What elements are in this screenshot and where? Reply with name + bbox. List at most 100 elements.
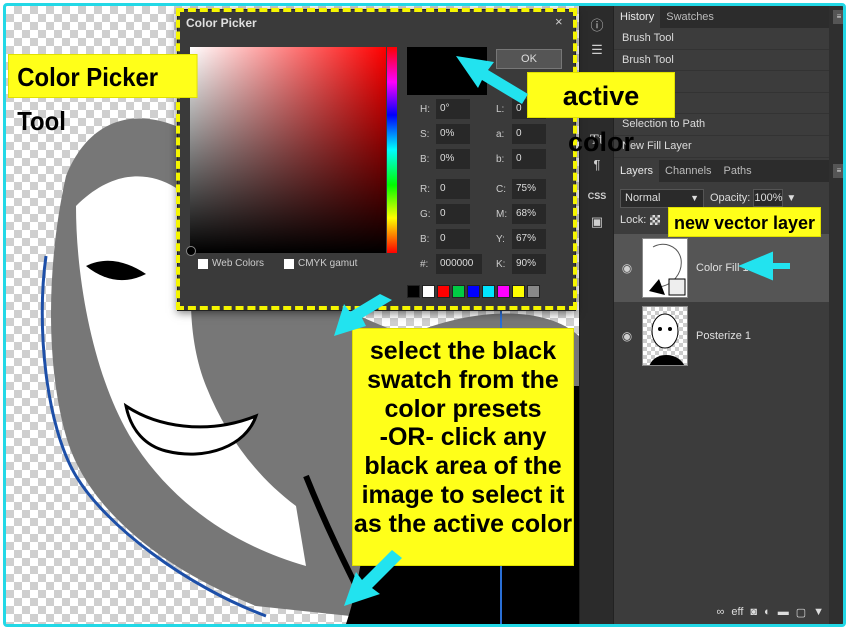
instruction-line: -OR- click any [379, 423, 547, 452]
cmyk-gamut-label: CMYK gamut [298, 258, 358, 269]
opacity-field[interactable]: 100% [753, 189, 784, 207]
web-colors-label: Web Colors [212, 258, 265, 269]
hex-input[interactable]: 000000 [436, 254, 482, 274]
eye-icon[interactable]: ◉ [614, 261, 640, 275]
color-presets [407, 285, 540, 298]
adjustments-icon[interactable]: ☰ [584, 38, 610, 62]
checkbox-box [284, 258, 294, 269]
field-y: Y: 67% [496, 229, 546, 249]
blend-mode-value: Normal [625, 191, 661, 204]
cmyk-gamut-checkbox[interactable]: CMYK gamut [284, 258, 357, 269]
brightness-input[interactable]: 0% [436, 149, 470, 169]
checkbox-box [198, 258, 208, 269]
hue-slider[interactable] [387, 47, 397, 253]
instruction-line: swatch from the [367, 365, 559, 394]
field-label: #: [420, 258, 429, 270]
magenta-input[interactable]: 68% [512, 204, 546, 224]
field-m: M: 68% [496, 204, 546, 224]
opacity-dropdown-icon[interactable]: ▼ [786, 193, 796, 204]
yellow-input[interactable]: 67% [512, 229, 546, 249]
layer-thumbnail [642, 306, 688, 366]
adjustment-layer-icon[interactable]: ◐ [764, 606, 771, 618]
close-icon[interactable]: × [555, 14, 563, 29]
color-swatch[interactable] [467, 285, 480, 298]
field-label: a: [496, 128, 505, 140]
history-tabbar: History Swatches [614, 6, 829, 28]
web-colors-checkbox[interactable]: Web Colors [198, 258, 264, 269]
opacity-label: Opacity: [710, 192, 751, 204]
black-input[interactable]: 90% [512, 254, 546, 274]
folder-icon[interactable]: ▬ [778, 606, 789, 618]
field-r: R: 0 [420, 179, 470, 199]
layer-row-posterize[interactable]: ◉ Posterize 1 [614, 302, 830, 370]
field-hex: #: 000000 [420, 254, 482, 274]
color-swatch[interactable] [527, 285, 540, 298]
instruction-line: as the active color [353, 509, 573, 538]
color-swatch[interactable] [512, 285, 525, 298]
dialog-title: Color Picker [186, 16, 257, 30]
field-label: G: [420, 208, 431, 220]
field-label: K: [496, 258, 506, 270]
field-k: K: 90% [496, 254, 546, 274]
hue-input[interactable]: 0° [436, 99, 470, 119]
field-lab-b: b: 0 [496, 149, 546, 169]
lock-transparency-icon[interactable] [650, 215, 661, 225]
field-label: Y: [496, 233, 505, 245]
tab-history[interactable]: History [614, 6, 661, 28]
css-icon[interactable]: CSS [584, 184, 610, 208]
instruction-line: black area of the [364, 452, 562, 481]
history-item[interactable]: New Fill Layer [614, 136, 829, 158]
panel-menu-icon[interactable]: ≡ [833, 10, 843, 24]
field-c: C: 75% [496, 179, 546, 199]
field-g: G: 0 [420, 204, 470, 224]
new-layer-icon[interactable]: ▢ [796, 606, 806, 619]
cyan-input[interactable]: 75% [512, 179, 546, 199]
effects-icon[interactable]: eff [731, 606, 743, 618]
color-swatch[interactable] [482, 285, 495, 298]
layer-thumbnail [642, 238, 688, 298]
field-s: S: 0% [420, 124, 470, 144]
active-color-preview [407, 47, 487, 95]
tab-paths[interactable]: Paths [718, 160, 758, 182]
lock-row: Lock: [620, 214, 661, 226]
color-selector-handle[interactable] [186, 246, 196, 256]
tab-swatches[interactable]: Swatches [660, 6, 720, 28]
ok-button[interactable]: OK [496, 49, 562, 69]
red-input[interactable]: 0 [436, 179, 470, 199]
color-swatch[interactable] [422, 285, 435, 298]
history-item[interactable]: Brush Tool [614, 50, 829, 72]
mask-icon[interactable]: ◙ [750, 606, 757, 618]
history-item[interactable]: Brush Tool [614, 28, 829, 50]
color-picker-dialog: Color Picker × OK H: 0° S: 0% B: 0% R: 0 G: 0… [177, 9, 576, 311]
lab-a-input[interactable]: 0 [512, 124, 546, 144]
field-b: B: 0% [420, 149, 470, 169]
saturation-brightness-field[interactable] [190, 47, 386, 253]
info-icon[interactable]: ⓘ [584, 12, 610, 36]
color-swatch[interactable] [452, 285, 465, 298]
field-h: H: 0° [420, 99, 470, 119]
tab-channels[interactable]: Channels [659, 160, 717, 182]
layers-tabbar: Layers Channels Paths [614, 160, 830, 182]
blue-input[interactable]: 0 [436, 229, 470, 249]
field-label: C: [496, 183, 506, 195]
trash-icon[interactable]: ▼ [813, 606, 824, 618]
blend-mode-select[interactable]: Normal ▼ [620, 188, 704, 208]
color-swatch[interactable] [497, 285, 510, 298]
field-label: M: [496, 208, 508, 220]
eye-icon[interactable]: ◉ [614, 329, 640, 343]
panel-menu-icon[interactable]: ≡ [833, 164, 843, 178]
image-icon[interactable]: ▣ [584, 210, 610, 234]
instruction-line: image to select it [361, 480, 565, 509]
link-icon[interactable]: ∞ [717, 606, 725, 618]
field-a: a: 0 [496, 124, 546, 144]
callout-color-picker-tool: Color Picker Tool [8, 54, 198, 136]
color-swatch[interactable] [407, 285, 420, 298]
lab-b-input[interactable]: 0 [512, 149, 546, 169]
saturation-input[interactable]: 0% [436, 124, 470, 144]
layer-row-color-fill[interactable]: ◉ Color Fill 1 [614, 234, 830, 302]
color-swatch[interactable] [437, 285, 450, 298]
field-label: R: [420, 183, 430, 195]
callout-instructions: select the black swatch from the color p… [352, 328, 574, 566]
field-label: S: [420, 128, 430, 140]
green-input[interactable]: 0 [436, 204, 470, 224]
